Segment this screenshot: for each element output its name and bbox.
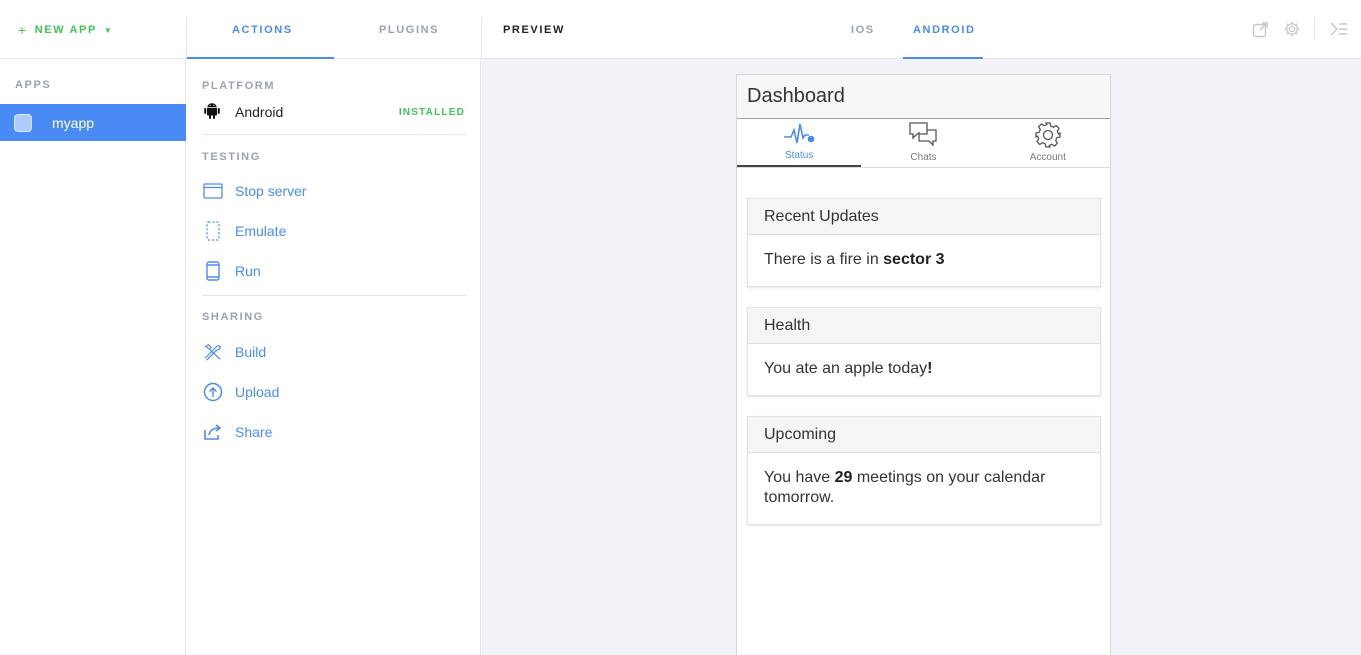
browser-window-icon <box>203 181 223 201</box>
share-button[interactable]: Share <box>203 422 272 442</box>
device-tab-account[interactable]: Account <box>986 119 1110 167</box>
apps-sidebar: APPS myapp <box>0 59 186 655</box>
card-title: Health <box>748 308 1100 344</box>
build-button[interactable]: Build <box>203 342 266 362</box>
card-title: Upcoming <box>748 417 1100 453</box>
testing-label: TESTING <box>202 151 261 163</box>
app-icon <box>14 113 32 132</box>
device-tab-chats-label: Chats <box>910 152 937 163</box>
card-recent-updates: Recent Updates There is a fire in sector… <box>747 198 1101 287</box>
chat-bubbles-icon <box>909 122 938 147</box>
top-bar: + NEW APP ▼ ACTIONS PLUGINS PREVIEW IOS … <box>0 0 1361 59</box>
sharing-label: SHARING <box>202 311 264 323</box>
gear-icon[interactable] <box>1282 19 1302 39</box>
card-text-bold: sector 3 <box>883 251 945 268</box>
emulate-button[interactable]: Emulate <box>203 221 286 241</box>
card-health: Health You ate an apple today! <box>747 307 1101 396</box>
divider <box>202 134 466 135</box>
device-tab-account-label: Account <box>1029 152 1066 163</box>
tab-plugins[interactable]: PLUGINS <box>379 24 439 36</box>
tab-ios[interactable]: IOS <box>851 24 875 36</box>
android-icon <box>203 101 221 124</box>
run-button[interactable]: Run <box>203 261 261 281</box>
card-body: You ate an apple today! <box>748 344 1100 395</box>
divider <box>202 295 466 296</box>
divider <box>186 17 187 59</box>
plus-icon: + <box>18 22 28 38</box>
divider <box>481 17 482 59</box>
platform-label: PLATFORM <box>202 80 276 92</box>
apps-label: APPS <box>15 79 52 91</box>
card-text: You have <box>764 469 835 486</box>
preview-title: PREVIEW <box>503 24 565 36</box>
card-title: Recent Updates <box>748 199 1100 235</box>
card-text-bold: 29 <box>834 469 853 486</box>
app-name: myapp <box>52 114 95 131</box>
gear-icon <box>1035 122 1061 148</box>
emulate-label: Emulate <box>235 223 287 239</box>
device-preview: Dashboard Status Chats Account Recent Up… <box>736 74 1111 655</box>
device-tab-status-label: Status <box>784 150 814 161</box>
card-text: There is a fire in <box>764 251 884 268</box>
tab-android[interactable]: ANDROID <box>913 24 976 36</box>
card-text-bold: ! <box>927 360 933 377</box>
collapse-panel-icon[interactable] <box>1329 19 1349 39</box>
device-title: Dashboard <box>747 85 845 107</box>
upload-label: Upload <box>235 384 280 400</box>
new-app-label: NEW APP <box>34 24 97 36</box>
tools-icon <box>203 342 223 362</box>
phone-icon <box>203 261 223 281</box>
card-body: There is a fire in sector 3 <box>748 235 1100 286</box>
preview-area: Dashboard Status Chats Account Recent Up… <box>482 59 1361 655</box>
device-tab-status[interactable]: Status <box>737 119 862 167</box>
new-app-button[interactable]: + NEW APP ▼ <box>18 22 113 38</box>
app-item-myapp[interactable]: myapp <box>0 104 186 141</box>
upload-button[interactable]: Upload <box>203 382 279 402</box>
stop-server-button[interactable]: Stop server <box>203 181 307 201</box>
share-label: Share <box>235 424 273 440</box>
pulse-icon <box>784 123 815 144</box>
dashed-phone-icon <box>203 221 223 241</box>
tab-actions[interactable]: ACTIONS <box>232 24 293 36</box>
caret-down-icon: ▼ <box>103 25 114 35</box>
top-right-icons <box>1250 18 1361 40</box>
actions-panel: PLATFORM Android INSTALLED TESTING Stop … <box>187 59 481 655</box>
card-upcoming: Upcoming You have 29 meetings on your ca… <box>747 416 1101 525</box>
stop-server-label: Stop server <box>235 183 307 199</box>
card-text: You ate an apple today <box>764 360 928 377</box>
device-header: Dashboard <box>737 75 1110 119</box>
card-body: You have 29 meetings on your calendar to… <box>748 453 1100 524</box>
platform-row: Android INSTALLED <box>203 101 465 123</box>
run-label: Run <box>235 263 261 279</box>
share-icon <box>203 422 223 442</box>
external-link-icon[interactable] <box>1250 19 1270 39</box>
divider <box>1314 18 1315 40</box>
device-tab-chats[interactable]: Chats <box>861 119 985 167</box>
upload-icon <box>203 382 223 402</box>
platform-name: Android <box>235 104 284 120</box>
device-tab-bar: Status Chats Account <box>737 119 1110 168</box>
installed-badge: INSTALLED <box>398 106 465 118</box>
build-label: Build <box>235 344 267 360</box>
